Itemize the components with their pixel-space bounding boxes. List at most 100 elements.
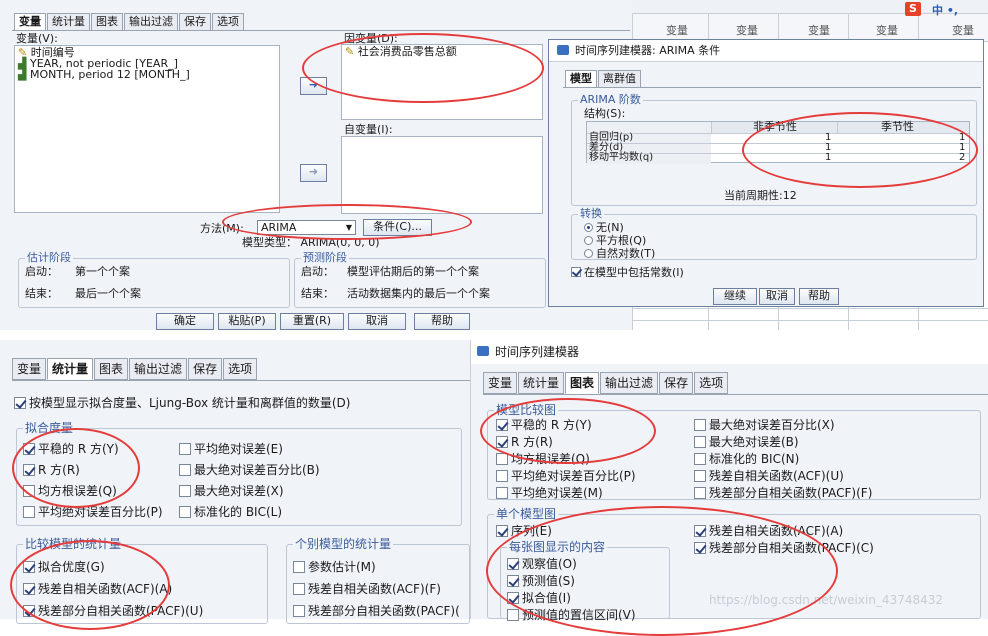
continue-button[interactable]: 继续 — [713, 288, 757, 305]
cancel-button[interactable]: 取消 — [348, 313, 406, 330]
help-button[interactable]: 帮助 — [414, 313, 470, 330]
checkbox-icon — [496, 525, 508, 537]
transform-sqrt[interactable]: 平方根(Q) — [584, 234, 646, 248]
reset-button[interactable]: 重置(R) — [280, 313, 344, 330]
tab-output-filter[interactable]: 输出过滤 — [124, 13, 178, 31]
checkbox-icon — [293, 583, 305, 595]
column-header[interactable]: 变量 — [952, 22, 974, 38]
indiv-residual-pacf[interactable]: 残差部分自相关函数(PACF)( — [293, 603, 460, 619]
arima-cancel-button[interactable]: 取消 — [759, 288, 795, 305]
arima-help-button[interactable]: 帮助 — [799, 288, 839, 305]
ime-status[interactable]: 中 •, — [932, 2, 958, 18]
variables-label: 变量(V): — [16, 32, 58, 45]
plot-bic[interactable]: 标准化的 BIC(N) — [694, 451, 799, 467]
checkbox-icon — [694, 436, 706, 448]
fit-mae[interactable]: 平均绝对误差(E) — [179, 441, 283, 457]
checkbox-icon — [293, 561, 305, 573]
indiv-param-estimates[interactable]: 参数估计(M) — [293, 559, 376, 575]
plot-mape[interactable]: 平均绝对误差百分比(P) — [496, 468, 636, 484]
transform-ln[interactable]: 自然对数(T) — [584, 247, 655, 261]
tab-options[interactable]: 选项 — [694, 372, 729, 394]
tab-outliers[interactable]: 离群值 — [598, 70, 641, 88]
column-header[interactable]: 变量 — [876, 22, 898, 38]
radio-icon — [584, 223, 593, 232]
tab-variables[interactable]: 变量 — [483, 372, 518, 394]
plot-maxae[interactable]: 最大绝对误差(B) — [694, 434, 799, 450]
fit-maxae[interactable]: 最大绝对误差(X) — [179, 483, 284, 499]
radio-icon — [584, 236, 593, 245]
tab-variables[interactable]: 变量 — [12, 358, 47, 380]
plot-residual-pacf[interactable]: 残差部分自相关函数(PACF)(F) — [694, 485, 872, 501]
tab-options[interactable]: 选项 — [223, 358, 258, 380]
annotation-ellipse — [12, 428, 140, 508]
tab-output-filter[interactable]: 输出过滤 — [600, 372, 659, 394]
tab-plots[interactable]: 图表 — [94, 358, 129, 380]
tab-options[interactable]: 选项 — [212, 13, 244, 31]
top-dialog: 变量 统计量 图表 输出过滤 保存 选项 变量(V): ✎ 时间编号 ▟ YEAR, no… — [0, 0, 632, 330]
column-header[interactable]: 变量 — [808, 22, 830, 38]
independent-label: 自变量(I): — [344, 123, 393, 136]
paste-button[interactable]: 粘贴(P) — [218, 313, 276, 330]
plot-maxape[interactable]: 最大绝对误差百分比(X) — [694, 417, 835, 433]
tab-bar: 变量 统计量 图表 输出过滤 保存 选项 — [14, 13, 245, 31]
tab-plots[interactable]: 图表 — [91, 13, 123, 31]
include-constant-checkbox[interactable]: 在模型中包括常数(I) — [571, 266, 684, 280]
display-fit-checkbox[interactable]: 按模型显示拟合度量、Ljung-Box 统计量和离群值的数量(D) — [14, 395, 350, 411]
column-header[interactable]: 变量 — [736, 22, 758, 38]
tab-statistics[interactable]: 统计量 — [47, 358, 94, 380]
independent-list[interactable] — [341, 136, 543, 214]
tab-model[interactable]: 模型 — [565, 70, 597, 88]
fit-bic[interactable]: 标准化的 BIC(L) — [179, 504, 282, 520]
app-icon — [557, 45, 569, 55]
checkbox-icon — [694, 419, 706, 431]
tab-statistics[interactable]: 统计量 — [47, 13, 90, 31]
transform-group: 转换 无(N) 平方根(Q) 自然对数(T) — [571, 207, 977, 261]
indiv-residual-acf[interactable]: 残差自相关函数(ACF)(F) — [293, 581, 441, 597]
checkbox-icon — [571, 267, 581, 277]
forecast-period-group: 预测阶段 启动： 模型评估期后的第一个个案 结束： 活动数据集内的最后一个个案 — [294, 251, 546, 308]
checkbox-icon — [694, 470, 706, 482]
checkbox-icon — [179, 485, 191, 497]
estimation-period-group: 估计阶段 启动： 第一个个案 结束： 最后一个个案 — [18, 251, 290, 308]
tab-save[interactable]: 保存 — [179, 13, 211, 31]
annotation-ellipse — [480, 398, 656, 464]
variables-list[interactable]: ✎ 时间编号 ▟ YEAR, not periodic [YEAR_] ▟ MO… — [14, 45, 280, 213]
structure-label: 结构(S): — [584, 107, 626, 120]
ok-button[interactable]: 确定 — [156, 313, 214, 330]
tab-variables[interactable]: 变量 — [14, 13, 46, 31]
checkbox-icon — [507, 609, 519, 621]
ime-logo[interactable]: S — [905, 2, 921, 16]
annotation-ellipse — [222, 204, 472, 240]
checkbox-icon — [694, 453, 706, 465]
plot-residual-acf[interactable]: 残差自相关函数(ACF)(U) — [694, 468, 844, 484]
individual-models-group: 个别模型的统计量 参数估计(M) 残差自相关函数(ACF)(F) 残差部分自相关… — [286, 537, 470, 624]
checkbox-icon — [179, 443, 191, 455]
annotation-ellipse — [486, 506, 838, 636]
bar-chart-icon: ▟ — [18, 68, 27, 81]
tab-save[interactable]: 保存 — [659, 372, 694, 394]
annotation-ellipse — [10, 540, 170, 630]
dialog-title: 时间序列建模器 — [495, 345, 580, 359]
tab-output-filter[interactable]: 输出过滤 — [129, 358, 188, 380]
annotation-ellipse — [302, 33, 544, 103]
checkbox-icon — [23, 506, 35, 518]
checkbox-icon — [14, 397, 26, 409]
plot-mae[interactable]: 平均绝对误差(M) — [496, 485, 603, 501]
transform-none[interactable]: 无(N) — [584, 221, 624, 235]
tab-statistics[interactable]: 统计量 — [518, 372, 565, 394]
move-to-independent-button[interactable]: ➜ — [300, 164, 327, 182]
app-icon — [477, 346, 489, 356]
table-row: 移动平均数(q) — [589, 152, 654, 163]
column-header[interactable]: 变量 — [666, 22, 688, 38]
fit-maxape[interactable]: 最大绝对误差百分比(B) — [179, 462, 320, 478]
checkbox-icon — [496, 487, 508, 499]
radio-icon — [584, 249, 593, 258]
tab-save[interactable]: 保存 — [188, 358, 223, 380]
current-periodicity: 当前周期性:12 — [724, 189, 797, 202]
checkbox-icon — [496, 470, 508, 482]
tab-plots[interactable]: 图表 — [565, 372, 600, 394]
dialog-title: 时间序列建模器: ARIMA 条件 — [575, 44, 721, 57]
list-item[interactable]: ▟ MONTH, period 12 [MONTH_] — [18, 68, 190, 82]
checkbox-icon — [179, 506, 191, 518]
checkbox-icon — [694, 487, 706, 499]
